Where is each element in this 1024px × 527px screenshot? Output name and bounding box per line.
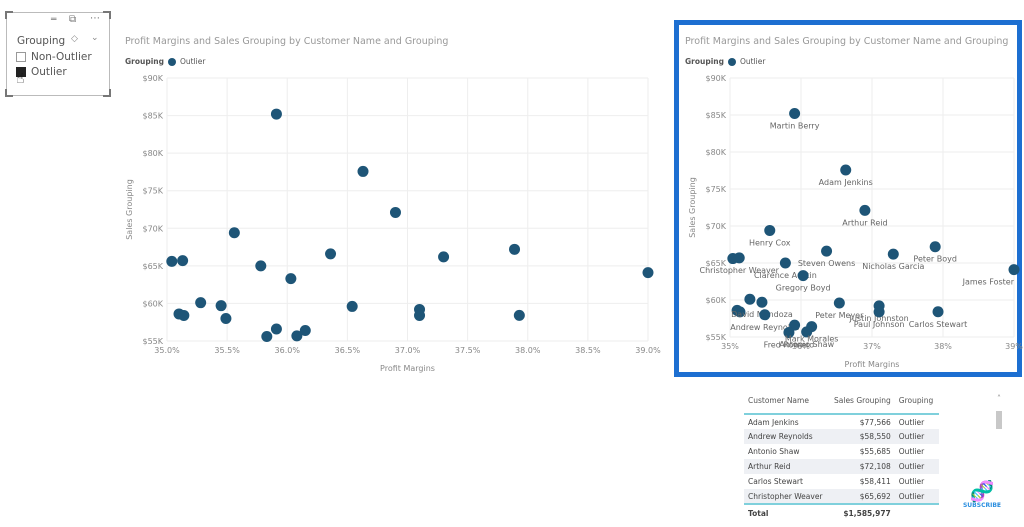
cell-customer-name: Andrew Reynolds [744, 429, 830, 444]
cell-grouping: Outlier [898, 447, 925, 456]
cell-grouping: Outlier [894, 489, 939, 504]
cell-customer-name: Antonio Shaw [748, 447, 800, 456]
column-header-customer-name[interactable]: Customer Name [744, 388, 830, 415]
cell-sales-grouping: $58,550 [830, 429, 895, 444]
table-row[interactable]: Antonio Shaw $55,685 Outlier [744, 444, 939, 459]
x-tick-label: 35% [721, 342, 739, 351]
data-point[interactable] [929, 241, 941, 253]
data-point[interactable] [756, 296, 768, 308]
x-tick-label: 38% [934, 342, 952, 351]
data-label: Martin Berry [770, 122, 820, 131]
y-tick-label: $60K [705, 296, 726, 305]
data-point[interactable] [759, 309, 771, 321]
x-tick-label: 39% [1005, 342, 1023, 351]
data-label: Gregory Boyd [776, 284, 831, 293]
dna-icon: 🧬 [969, 479, 995, 503]
cell-sales-grouping: $72,108 [830, 459, 895, 474]
cell-grouping: Outlier [898, 477, 925, 486]
y-tick-label: $70K [705, 222, 726, 231]
y-tick-label: $85K [705, 111, 726, 120]
cell-sales-grouping: $55,685 [859, 447, 891, 456]
cell-sales-grouping: $58,411 [859, 477, 891, 486]
cell-customer-name: Arthur Reid [744, 459, 830, 474]
data-label: Paul Johnson [854, 320, 905, 329]
data-label: Peter Boyd [913, 255, 957, 264]
cell-grouping: Outlier [894, 429, 939, 444]
cell-customer-name: Christopher Weaver [744, 489, 830, 504]
cell-sales-grouping: $77,566 [859, 417, 891, 427]
y-tick-label: $75K [705, 185, 726, 194]
y-tick-label: $55K [705, 333, 726, 342]
column-header-grouping[interactable]: Grouping [894, 388, 939, 415]
data-label: Adam Jenkins [819, 178, 873, 187]
y-tick-label: $90K [705, 74, 726, 83]
cell-customer-name: Carlos Stewart [748, 477, 803, 486]
table-row[interactable]: Carlos Stewart $58,411 Outlier [744, 474, 939, 489]
scrollbar-thumb[interactable] [996, 411, 1002, 429]
scatter-chart-right: $55K$60K$65K$70K$75K$80K$85K$90K35% 36% 37… [688, 74, 1023, 369]
scroll-up-icon[interactable]: ˄ [994, 394, 1004, 403]
data-point[interactable] [744, 293, 756, 305]
data-label: Arthur Reid [842, 218, 887, 227]
data-point[interactable] [764, 224, 776, 236]
data-point[interactable] [887, 248, 899, 260]
data-point[interactable] [932, 306, 944, 318]
table-row[interactable]: Christopher Weaver $65,692 Outlier [744, 489, 939, 504]
data-point[interactable] [859, 204, 871, 216]
cell-grouping: Outlier [898, 417, 925, 427]
data-label: Mark Morales [785, 335, 839, 344]
data-label: James Foster [962, 278, 1015, 287]
y-tick-label: $80K [705, 148, 726, 157]
total-label: Total [744, 503, 830, 522]
cell-grouping: Outlier [894, 459, 939, 474]
data-point[interactable] [840, 164, 852, 176]
data-label: Carlos Stewart [909, 320, 968, 329]
x-tick-label: 37% [863, 342, 881, 351]
x-axis-title: Profit Margins [845, 360, 900, 369]
cell-customer-name: Adam Jenkins [748, 417, 799, 427]
customer-table: Customer Name Sales Grouping Grouping Ad… [744, 388, 939, 522]
table-row[interactable]: Adam Jenkins $77,566 Outlier [744, 414, 939, 429]
data-point[interactable] [1008, 264, 1020, 276]
cell-sales-grouping: $65,692 [830, 489, 895, 504]
data-point[interactable] [797, 270, 809, 282]
y-axis-title: Sales Grouping [688, 177, 697, 238]
data-label: Steven Owens [798, 259, 855, 268]
table-row[interactable]: Andrew Reynolds $58,550 Outlier [744, 429, 939, 444]
data-label: Henry Cox [749, 238, 791, 247]
table-row[interactable]: Arthur Reid $72,108 Outlier [744, 459, 939, 474]
data-point[interactable] [789, 108, 801, 120]
total-value: $1,585,977 [830, 503, 895, 522]
data-point[interactable] [806, 321, 818, 333]
subscribe-label: SUBSCRIBE [962, 502, 1001, 509]
data-point[interactable] [873, 306, 885, 318]
data-point[interactable] [779, 257, 791, 269]
subscribe-badge[interactable]: 🧬 SUBSCRIBE [960, 480, 1004, 509]
data-point[interactable] [733, 252, 745, 264]
data-point[interactable] [833, 297, 845, 309]
data-point[interactable] [821, 245, 833, 257]
column-header-sales-grouping[interactable]: Sales Grouping [830, 388, 895, 415]
